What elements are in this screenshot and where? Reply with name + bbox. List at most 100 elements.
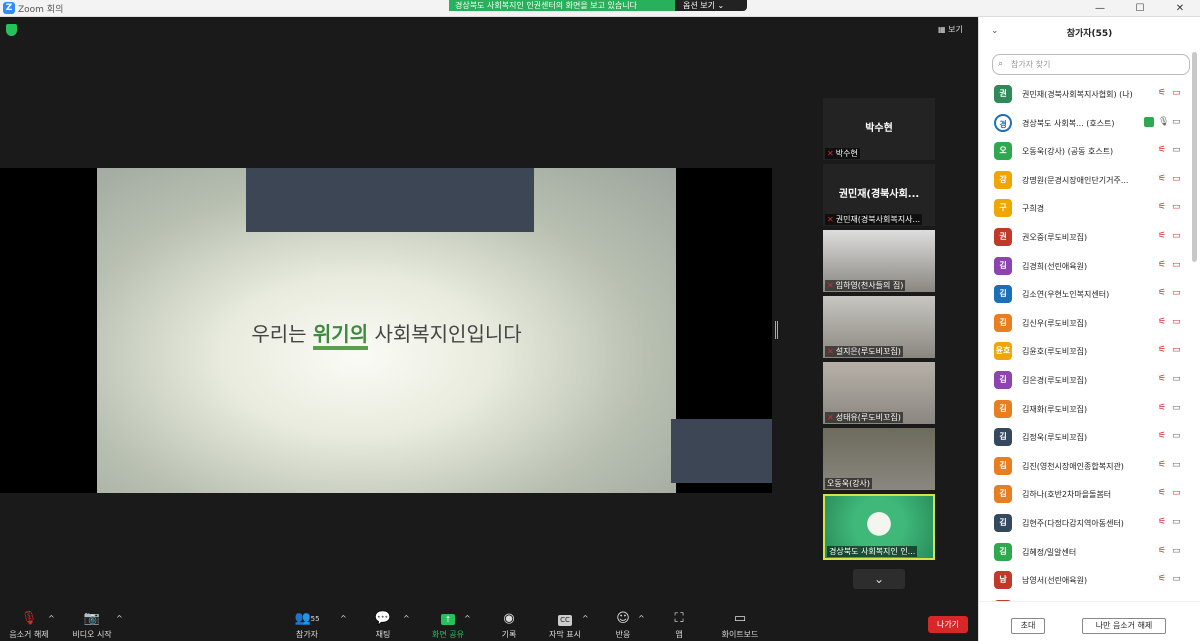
chat-options-caret[interactable]: ^ bbox=[403, 614, 410, 623]
mic-off-icon: 🎙 bbox=[20, 611, 38, 626]
participant-row[interactable]: 권 권오중(루도비꼬집) ⚟ ▭ bbox=[979, 224, 1189, 253]
mic-on-icon: 🎙 bbox=[1158, 116, 1170, 127]
mic-off-icon: ⚟ bbox=[1158, 545, 1167, 556]
mute-all-button[interactable]: 나만 음소거 해제 bbox=[1082, 618, 1166, 634]
chevron-down-icon: ⌄ bbox=[717, 1, 725, 10]
start-video-button[interactable]: 📷 비디오 시작 bbox=[68, 610, 116, 640]
participant-name: 김현주(다정다감지역아동센터) bbox=[1022, 518, 1124, 528]
shield-icon[interactable] bbox=[6, 24, 17, 36]
captions-icon: CC bbox=[545, 610, 585, 628]
video-thumbnail[interactable]: 오동욱(강사) bbox=[823, 428, 935, 490]
participant-row[interactable]: 김 김경희(선린애육원) ⚟ ▭ bbox=[979, 253, 1189, 282]
participants-label: 참가자 bbox=[295, 630, 319, 639]
video-thumbnail[interactable]: ✕ 임하영(천사들의 집) bbox=[823, 230, 935, 292]
meeting-area: ▦ 보기 우리는 위기의 사회복지인입니다 박수현 ✕ 박수현권민재(경북사회...… bbox=[0, 17, 978, 641]
mic-off-icon: ⚟ bbox=[1158, 402, 1167, 413]
participant-row[interactable]: 남 남영서(선린애육원) ⚟ ▭ bbox=[979, 567, 1189, 596]
leave-button[interactable]: 나가기 bbox=[928, 616, 968, 633]
participant-row[interactable]: 김 김하나(호반2차마을돌봄터 ⚟ ▭ bbox=[979, 481, 1189, 510]
reactions-button[interactable]: ☺ 반응 bbox=[608, 610, 638, 640]
participant-name: 김윤호(루도비꼬집) bbox=[1022, 347, 1088, 357]
maximize-button[interactable]: ☐ bbox=[1120, 0, 1160, 17]
thumbnail-display-name: 박수현 bbox=[865, 123, 893, 134]
video-thumbnail[interactable]: 경상북도 사회복지인 인... bbox=[823, 494, 935, 560]
mic-off-icon: ✕ bbox=[827, 347, 834, 356]
whiteboard-label: 화이트보드 bbox=[721, 630, 759, 639]
participant-row[interactable]: 김 김재화(루도비꼬집) ⚟ ▭ bbox=[979, 396, 1189, 425]
video-thumbnail[interactable]: 박수현 ✕ 박수현 bbox=[823, 98, 935, 160]
participant-name: 권민재(경북사회복지사협회) (나) bbox=[1022, 90, 1133, 99]
unmute-label: 음소거 해제 bbox=[9, 630, 49, 639]
avatar: 김 bbox=[994, 313, 1012, 332]
participant-row[interactable]: 김 김정욱(루도비꼬집) ⚟ ▭ bbox=[979, 424, 1189, 453]
participant-row[interactable]: 김 김혜정/밀알센터 ⚟ ▭ bbox=[979, 539, 1189, 568]
participant-row[interactable]: 김 김현주(다정다감지역아동센터) ⚟ ▭ bbox=[979, 510, 1189, 539]
video-thumbnail[interactable]: ✕ 성태유(루도비꼬집) bbox=[823, 362, 935, 424]
view-button[interactable]: ▦ 보기 bbox=[938, 24, 963, 35]
participant-row[interactable]: 오 오동욱(강사) (공동 호스트) ⚟ ▭ bbox=[979, 138, 1189, 167]
participant-name: 오동욱(강사) (공동 호스트) bbox=[1022, 147, 1114, 157]
mic-off-icon: ⚟ bbox=[1158, 345, 1167, 356]
start-video-label: 비디오 시작 bbox=[72, 630, 112, 639]
captions-options-caret[interactable]: ^ bbox=[582, 614, 589, 623]
apps-button[interactable]: ⛶ 앱 bbox=[664, 610, 694, 640]
minimize-button[interactable]: — bbox=[1080, 0, 1120, 17]
search-icon: ⌕ bbox=[998, 59, 1004, 69]
thumbnail-name-label: 경상북도 사회복지인 인... bbox=[827, 546, 918, 557]
participant-row[interactable]: 윤호 김윤호(루도비꼬집) ⚟ ▭ bbox=[979, 338, 1189, 367]
participants-button[interactable]: 👥55 참가자 bbox=[287, 610, 327, 640]
mic-off-icon: ⚟ bbox=[1158, 574, 1167, 585]
video-thumbnail[interactable]: 권민재(경북사회... ✕ 권민재(경북사회복지사... bbox=[823, 164, 935, 226]
participant-name: 김신우(루도비꼬집) bbox=[1022, 318, 1088, 328]
participant-row[interactable]: 김 김진(영천시장애인종합복지관) ⚟ ▭ bbox=[979, 453, 1189, 482]
chat-icon: 💬 bbox=[374, 611, 392, 626]
camera-icon: ▭ bbox=[1172, 145, 1181, 156]
participant-row[interactable]: 김 김은경(루도비꼬집) ⚟ ▭ bbox=[979, 367, 1189, 396]
share-options-caret[interactable]: ^ bbox=[464, 614, 471, 623]
mic-off-icon: ⚟ bbox=[1158, 88, 1167, 98]
resize-handle[interactable] bbox=[775, 321, 778, 339]
avatar: 오 bbox=[994, 142, 1012, 161]
mic-off-icon: ✕ bbox=[827, 215, 834, 224]
participant-row[interactable]: 권 권민재(경북사회복지사협회) (나) ⚟ ▭ bbox=[979, 81, 1189, 110]
avatar: 김 bbox=[994, 285, 1012, 304]
avatar: 김 bbox=[994, 428, 1012, 447]
view-options-label: 옵션 보기 bbox=[683, 1, 715, 10]
participant-row[interactable]: 강 강명원(문경시장애인단기거주... ⚟ ▭ bbox=[979, 167, 1189, 196]
video-options-caret[interactable]: ^ bbox=[116, 614, 123, 623]
thumbnail-name-label: ✕ 박수현 bbox=[825, 148, 860, 159]
participant-row[interactable]: 김 김신우(루도비꼬집) ⚟ ▭ bbox=[979, 310, 1189, 339]
participant-row[interactable]: 김 김소연(우현노인복지센터) ⚟ ▭ bbox=[979, 281, 1189, 310]
chat-button[interactable]: 💬 채팅 bbox=[368, 610, 398, 640]
participant-name: 강명원(문경시장애인단기거주... bbox=[1022, 175, 1129, 185]
participant-list-scrollbar[interactable] bbox=[1192, 52, 1197, 262]
thumbnail-name-label: ✕ 권민재(경북사회복지사... bbox=[825, 214, 923, 225]
view-options-button[interactable]: 옵션 보기 ⌄ bbox=[675, 0, 747, 11]
close-button[interactable]: ✕ bbox=[1160, 0, 1200, 17]
mic-off-icon: ⚟ bbox=[1158, 373, 1167, 384]
video-thumbnail[interactable]: ✕ 설지은(루도비꼬집) bbox=[823, 296, 935, 358]
camera-off-icon: ▭ bbox=[1172, 88, 1181, 98]
record-label: 기록 bbox=[501, 630, 517, 639]
slide-text: 우리는 위기의 사회복지인입니다 bbox=[97, 318, 676, 350]
participants-options-caret[interactable]: ^ bbox=[340, 614, 347, 623]
captions-button[interactable]: CC 자막 표시 bbox=[545, 610, 585, 640]
participant-row[interactable]: 경 경상북도 사회복... (호스트) 🎙 ▭ bbox=[979, 110, 1189, 139]
thumbnails-scroll-down-button[interactable]: ⌄ bbox=[853, 569, 905, 589]
whiteboard-button[interactable]: ▭ 화이트보드 bbox=[716, 610, 764, 640]
unmute-button[interactable]: 🎙 음소거 해제 bbox=[5, 610, 53, 640]
audio-options-caret[interactable]: ^ bbox=[48, 614, 55, 623]
reactions-options-caret[interactable]: ^ bbox=[638, 614, 645, 623]
apps-label: 앱 bbox=[675, 630, 683, 639]
camera-off-icon: ▭ bbox=[1172, 288, 1181, 299]
camera-icon: ▭ bbox=[1172, 545, 1181, 556]
mic-off-icon: ⚟ bbox=[1158, 230, 1167, 241]
participant-row[interactable]: 구 구희경 ⚟ ▭ bbox=[979, 195, 1189, 224]
slide-text-accent: 위기의 bbox=[312, 322, 369, 350]
participants-count: 55 bbox=[310, 615, 320, 623]
record-button[interactable]: ◉ 기록 bbox=[494, 610, 524, 640]
invite-button[interactable]: 초대 bbox=[1011, 618, 1045, 634]
captions-label: 자막 표시 bbox=[549, 630, 581, 639]
participant-search-input[interactable]: ⌕ 참가자 찾기 bbox=[992, 54, 1190, 75]
meeting-toolbar: 🎙 음소거 해제 ^ 📷 비디오 시작 ^ 👥55 참가자 ^ 💬 채팅 ^ ↑… bbox=[0, 606, 978, 641]
